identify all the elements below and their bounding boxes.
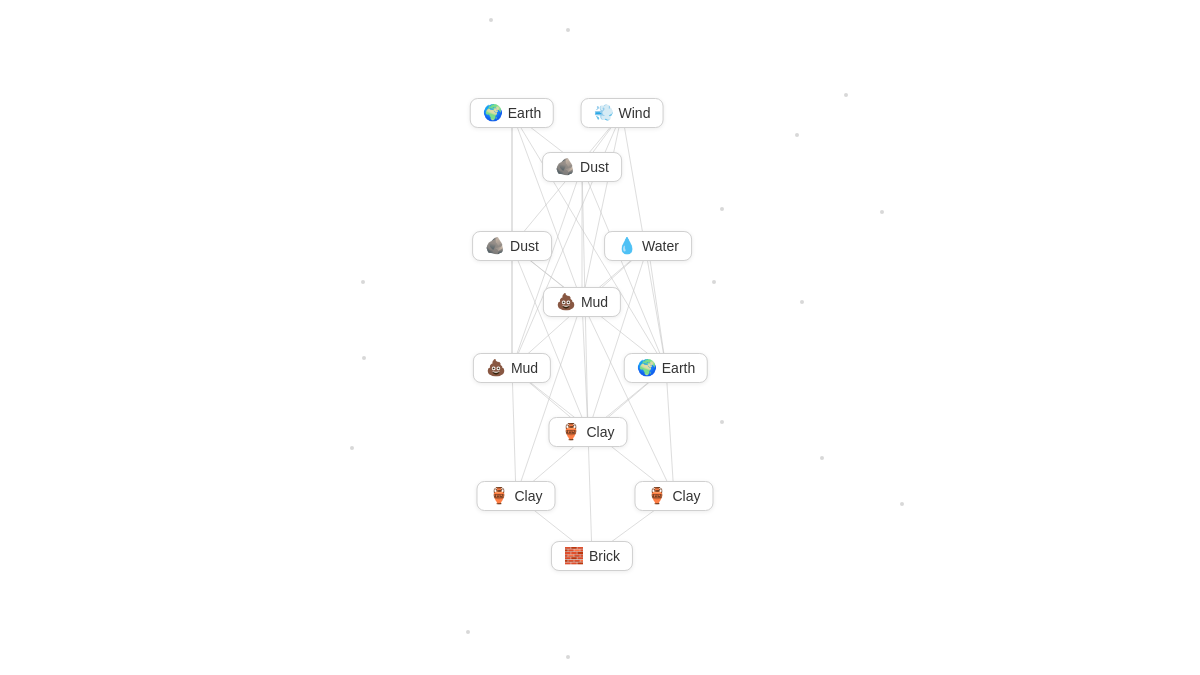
node-label-earth2: Earth [662, 360, 695, 376]
node-earth2[interactable]: 🌍 Earth [624, 353, 708, 383]
decorative-dot [466, 630, 470, 634]
svg-line-30 [666, 368, 674, 496]
node-label-clay2: Clay [514, 488, 542, 504]
decorative-dot [844, 93, 848, 97]
decorative-dot [712, 280, 716, 284]
node-icon-dust_center: 🪨 [555, 159, 575, 175]
node-brick1[interactable]: 🧱 Brick [551, 541, 633, 571]
node-mud2[interactable]: 💩 Mud [473, 353, 551, 383]
decorative-dot [566, 28, 570, 32]
svg-line-22 [582, 302, 588, 432]
decorative-dot [361, 280, 365, 284]
node-dust2[interactable]: 🪨 Dust [472, 231, 552, 261]
decorative-dot [900, 502, 904, 506]
node-icon-earth2: 🌍 [637, 360, 657, 376]
svg-line-31 [588, 432, 592, 556]
node-wind1[interactable]: 💨 Wind [581, 98, 664, 128]
node-icon-brick1: 🧱 [564, 548, 584, 564]
decorative-dot [880, 210, 884, 214]
node-icon-mud_center: 💩 [556, 294, 576, 310]
svg-line-26 [512, 368, 516, 496]
node-icon-clay3: 🏺 [647, 488, 667, 504]
graph-container: 🌍 Earth 💨 Wind 🪨 Dust 🪨 Dust 💧 Water 💩 Mud 💩 Mud 🌍 Eart… [0, 0, 1200, 675]
svg-line-21 [588, 246, 648, 432]
node-icon-water1: 💧 [617, 238, 637, 254]
svg-line-13 [512, 167, 582, 368]
node-clay2[interactable]: 🏺 Clay [476, 481, 555, 511]
node-icon-mud2: 💩 [486, 360, 506, 376]
node-earth1[interactable]: 🌍 Earth [470, 98, 554, 128]
node-label-dust_center: Dust [580, 159, 609, 175]
node-water1[interactable]: 💧 Water [604, 231, 692, 261]
node-label-wind1: Wind [619, 105, 651, 121]
node-label-dust2: Dust [510, 238, 539, 254]
svg-line-5 [582, 113, 622, 302]
node-clay_center[interactable]: 🏺 Clay [548, 417, 627, 447]
decorative-dot [720, 207, 724, 211]
decorative-dot [795, 133, 799, 137]
decorative-dot [489, 18, 493, 22]
node-mud_center[interactable]: 💩 Mud [543, 287, 621, 317]
decorative-dot [362, 356, 366, 360]
node-label-brick1: Brick [589, 548, 620, 564]
node-icon-clay2: 🏺 [489, 488, 509, 504]
node-icon-wind1: 💨 [594, 105, 614, 121]
node-icon-dust2: 🪨 [485, 238, 505, 254]
node-dust_center[interactable]: 🪨 Dust [542, 152, 622, 182]
svg-line-25 [516, 302, 582, 496]
decorative-dot [350, 446, 354, 450]
node-label-mud2: Mud [511, 360, 538, 376]
decorative-dot [566, 655, 570, 659]
svg-line-20 [512, 246, 588, 432]
node-label-clay_center: Clay [586, 424, 614, 440]
node-icon-earth1: 🌍 [483, 105, 503, 121]
node-label-water1: Water [642, 238, 679, 254]
decorative-dot [720, 420, 724, 424]
svg-line-4 [512, 113, 582, 302]
node-label-mud_center: Mud [581, 294, 608, 310]
svg-line-28 [582, 302, 674, 496]
node-label-clay3: Clay [672, 488, 700, 504]
node-clay3[interactable]: 🏺 Clay [634, 481, 713, 511]
node-label-earth1: Earth [508, 105, 541, 121]
svg-line-18 [648, 246, 666, 368]
decorative-dot [820, 456, 824, 460]
decorative-dot [800, 300, 804, 304]
svg-line-16 [582, 167, 666, 368]
node-icon-clay_center: 🏺 [561, 424, 581, 440]
